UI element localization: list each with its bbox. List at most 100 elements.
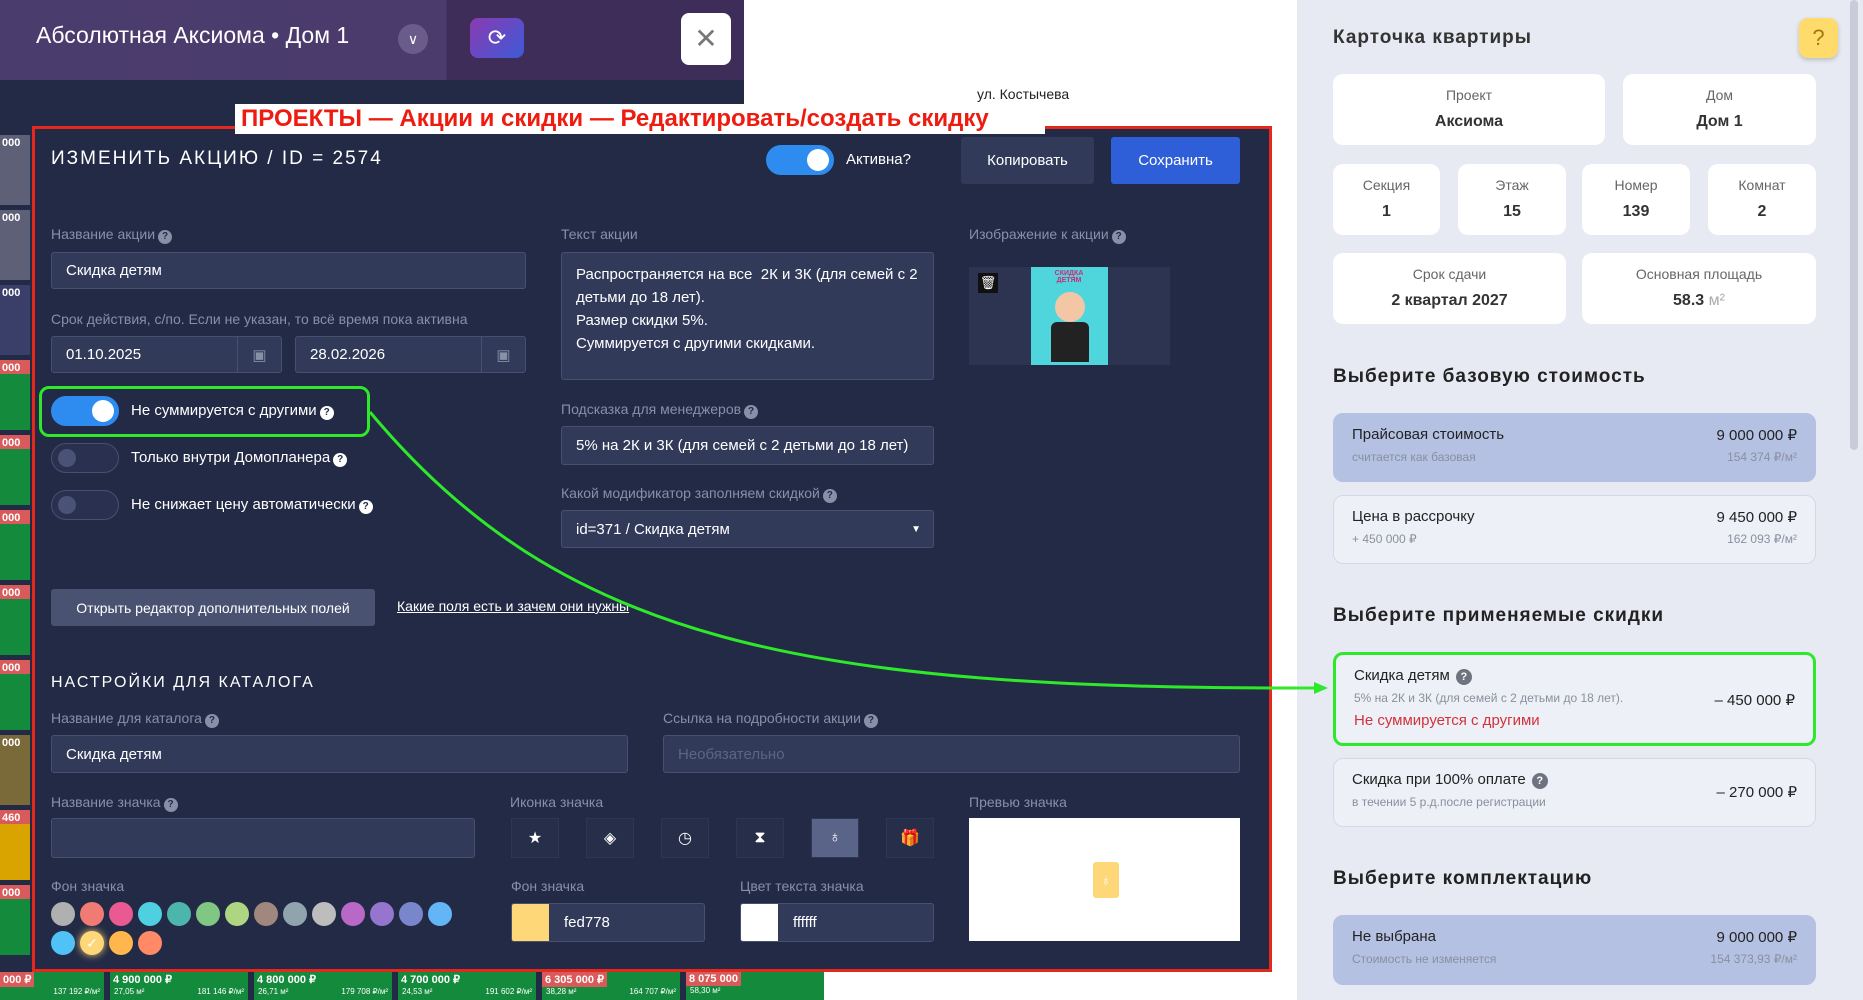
promo-name-input[interactable]: Скидка детям (51, 252, 526, 289)
apartment-tile[interactable]: 4 900 000 ₽27,05 м² 181 146 ₽/м² (110, 972, 248, 1000)
chevron-down-icon[interactable]: ∨ (398, 24, 428, 54)
finish-heading: Выберите комплектацию (1333, 868, 1593, 889)
link-input[interactable]: Необязательно (663, 735, 1240, 773)
calendar-icon: ▣ (237, 337, 281, 372)
badge-name-input[interactable] (51, 818, 475, 858)
catalog-heading: НАСТРОЙКИ ДЛЯ КАТАЛОГА (51, 674, 315, 691)
apartment-tile[interactable]: 000 ₽137 192 ₽/м² (0, 972, 104, 1000)
apartment-tile[interactable]: 000 (0, 735, 30, 805)
info-card: Номер 139 (1582, 164, 1690, 235)
clock-icon[interactable]: ◷ (661, 818, 709, 858)
color-swatch[interactable] (80, 902, 104, 926)
toggle-label: Только внутри Домопланера? (131, 449, 348, 467)
gift-icon[interactable]: 🎁 (886, 818, 934, 858)
color-swatch[interactable] (109, 931, 133, 955)
color-swatch[interactable] (283, 902, 307, 926)
apartment-tile[interactable]: 000 (0, 135, 30, 205)
apartment-tile[interactable]: 000 (0, 660, 30, 730)
copy-button[interactable]: Копировать (961, 137, 1094, 184)
apartment-tile[interactable]: 000 (0, 585, 30, 655)
modifier-select[interactable]: id=371 / Скидка детям ▼ (561, 510, 934, 548)
extra-fields-link[interactable]: Какие поля есть и зачем они нужны (397, 598, 629, 614)
toggle-label: Не снижает цену автоматически? (131, 496, 373, 514)
apartment-tile[interactable]: 000 (0, 360, 30, 430)
project-title[interactable]: Абсолютная Аксиома • Дом 1 (36, 22, 349, 49)
base-option[interactable]: Прайсовая стоимость считается как базовая… (1333, 413, 1816, 482)
gem-icon[interactable]: ◈ (586, 818, 634, 858)
toggle-switch[interactable] (51, 396, 119, 426)
save-button[interactable]: Сохранить (1111, 137, 1240, 184)
color-swatch[interactable] (225, 902, 249, 926)
badge-icon-label: Иконка значка (510, 794, 604, 810)
base-price-heading: Выберите базовую стоимость (1333, 366, 1646, 387)
color-swatch[interactable] (51, 902, 75, 926)
info-card: Дом Дом 1 (1623, 74, 1816, 145)
apartment-tile[interactable]: 000 (0, 510, 30, 580)
discount-option[interactable]: Скидка при 100% оплате? в течении 5 р.д.п… (1333, 758, 1816, 827)
color-swatch[interactable] (109, 902, 133, 926)
toggle-switch[interactable] (51, 490, 119, 520)
apartment-tile[interactable]: 460 (0, 810, 30, 880)
discount-option[interactable]: Скидка детям? 5% на 2К и 3К (для семей с … (1333, 652, 1816, 746)
promo-text-textarea[interactable]: Распространяется на все 2К и 3К (для сем… (561, 252, 934, 380)
scrollbar[interactable] (1850, 0, 1858, 450)
refresh-icon[interactable]: ⟳ (470, 18, 524, 58)
apartment-tile[interactable]: 4 800 000 ₽26,71 м² 179 708 ₽/м² (254, 972, 392, 1000)
color-swatch[interactable] (370, 902, 394, 926)
manager-hint-input[interactable]: 5% на 2К и 3К (для семей с 2 детьми до 1… (561, 426, 934, 465)
help-icon[interactable]: ? (1799, 18, 1838, 58)
color-swatch[interactable] (341, 902, 365, 926)
modal-title: ИЗМЕНИТЬ АКЦИЮ / ID = 2574 (51, 148, 383, 169)
open-extra-fields-button[interactable]: Открыть редактор дополнительных полей (51, 589, 375, 626)
color-swatch[interactable] (138, 931, 162, 955)
apartment-tile[interactable]: 000 (0, 435, 30, 505)
hint-label: Подсказка для менеджеров? (561, 401, 759, 419)
active-toggle[interactable] (766, 145, 834, 175)
color-swatch[interactable] (167, 902, 191, 926)
toggle-switch[interactable] (51, 443, 119, 473)
award-icon[interactable]: ♁ (811, 818, 859, 858)
color-swatch[interactable] (428, 902, 452, 926)
apartment-tile[interactable]: 000 (0, 210, 30, 280)
link-label: Ссылка на подробности акции? (663, 710, 878, 728)
apartment-tile[interactable]: 000 (0, 285, 30, 355)
badge-name-label: Название значка? (51, 794, 178, 812)
annotation-label: ПРОЕКТЫ — Акции и скидки — Редактировать… (235, 104, 1045, 134)
name-label: Название акции? (51, 226, 173, 244)
info-card: Срок сдачи 2 квартал 2027 (1333, 253, 1566, 324)
apartment-tile[interactable]: 6 305 000 ₽38,28 м² 164 707 ₽/м² (542, 972, 680, 1000)
color-swatch[interactable] (138, 902, 162, 926)
help-icon: ? (158, 230, 173, 244)
finish-option[interactable]: Не выбрана Стоимость не изменяется 9 000 0… (1333, 915, 1816, 985)
info-card: Проект Аксиома (1333, 74, 1605, 145)
apartment-tile[interactable]: 4 700 000 ₽24,53 м² 191 602 ₽/м² (398, 972, 536, 1000)
caret-down-icon: ▼ (911, 523, 921, 535)
star-icon[interactable]: ★ (511, 818, 559, 858)
color-swatch[interactable] (399, 902, 423, 926)
date-to-input[interactable]: 28.02.2026 ▣ (295, 336, 526, 373)
badge-text-color-input[interactable]: ffffff (740, 903, 934, 942)
street-label: ул. Костычева (977, 86, 1070, 102)
color-swatch[interactable]: ✓ (80, 931, 104, 955)
apartment-tile[interactable]: 8 075 000 58,30 м² (686, 972, 824, 1000)
close-icon[interactable]: ✕ (681, 13, 731, 65)
catalog-name-input[interactable]: Скидка детям (51, 735, 628, 773)
info-card: Основная площадь 58.3 м² (1582, 253, 1816, 324)
modifier-label: Какой модификатор заполняем скидкой? (561, 485, 837, 503)
trash-icon[interactable]: 🗑 (978, 273, 998, 293)
color-swatch[interactable] (312, 902, 336, 926)
active-label: Активна? (846, 151, 911, 168)
color-swatch[interactable] (196, 902, 220, 926)
promo-image[interactable]: 🗑 СКИДКА ДЕТЯМ (969, 267, 1170, 365)
apartment-tile[interactable]: 000 (0, 885, 30, 955)
info-card: Секция 1 (1333, 164, 1440, 235)
text-label: Текст акции (561, 226, 638, 242)
base-option[interactable]: Цена в рассрочку + 450 000 ₽9 450 000 ₽16… (1333, 495, 1816, 564)
color-swatch[interactable] (51, 931, 75, 955)
date-from-input[interactable]: 01.10.2025 ▣ (51, 336, 282, 373)
badge-bg-input[interactable]: fed778 (511, 903, 705, 942)
promo-poster: СКИДКА ДЕТЯМ (1031, 267, 1108, 365)
image-label: Изображение к акции? (969, 226, 1126, 244)
color-swatch[interactable] (254, 902, 278, 926)
hourglass-icon[interactable]: ⧗ (736, 818, 784, 858)
